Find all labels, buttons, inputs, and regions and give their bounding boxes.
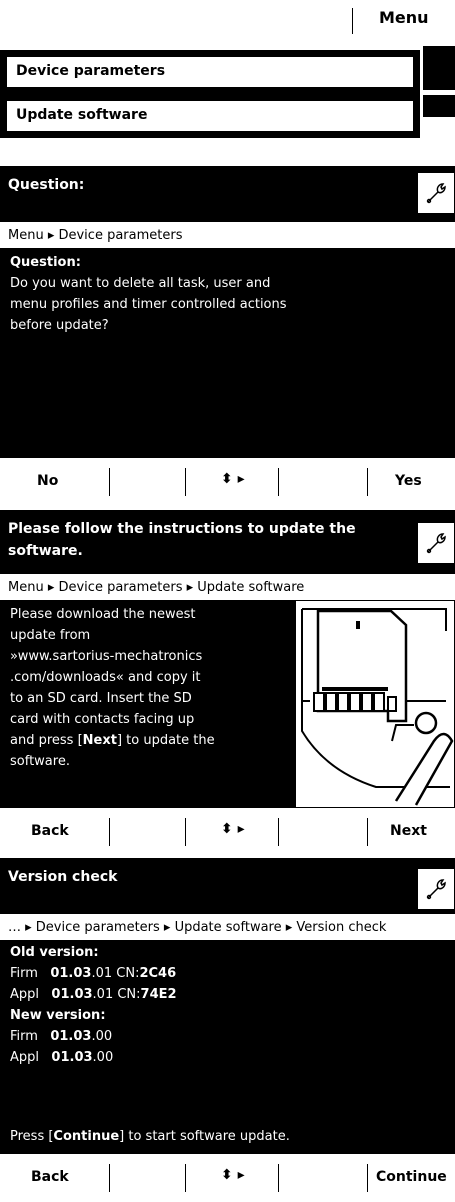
- wrench-button[interactable]: [417, 172, 455, 214]
- sd-card-illustration: [295, 600, 455, 808]
- version-check-screen: Version check … ▸ Device parameters ▸ Up…: [0, 858, 455, 1202]
- instruction-text: ] to update the: [116, 733, 215, 748]
- old-version-label: Old version:: [10, 945, 99, 960]
- softkey-separator: [367, 468, 368, 496]
- navigate-button[interactable]: ⬍ ▸: [221, 1167, 245, 1183]
- list-item-update-software[interactable]: Update software: [0, 94, 420, 138]
- breadcrumb: Menu ▸ Device parameters ▸ Update softwa…: [0, 576, 455, 600]
- press-continue-line: Press [Continue] to start software updat…: [10, 1126, 290, 1147]
- softkey-bar: Back ⬍ ▸ Next: [0, 810, 455, 852]
- press-text: Press [: [10, 1129, 54, 1144]
- back-button[interactable]: Back: [31, 823, 69, 839]
- softkey-separator: [109, 468, 110, 496]
- old-firm-line: Firm 01.03.01 CN:2C46: [10, 963, 445, 984]
- softkey-separator: [185, 818, 186, 846]
- screen-header: Question:: [0, 166, 455, 222]
- appl-key: Appl: [10, 1050, 40, 1065]
- question-line: before update?: [10, 318, 109, 333]
- breadcrumb: Menu ▸ Device parameters: [0, 224, 455, 248]
- softkey-separator: [367, 818, 368, 846]
- continue-button[interactable]: Continue: [376, 1169, 447, 1185]
- instruction-text: and press [: [10, 733, 83, 748]
- question-body: Question: Do you want to delete all task…: [0, 248, 455, 458]
- navigate-button[interactable]: ⬍ ▸: [221, 471, 245, 487]
- wrench-icon: [426, 533, 446, 554]
- softkey-separator: [278, 818, 279, 846]
- question-line: menu profiles and timer controlled actio…: [10, 297, 287, 312]
- firm-version-major: 01.03: [50, 966, 92, 981]
- new-appl-line: Appl 01.03.00: [10, 1047, 445, 1068]
- wrench-icon: [426, 879, 446, 900]
- new-version-label: New version:: [10, 1008, 106, 1023]
- instructions-screen: Please follow the instructions to update…: [0, 510, 455, 854]
- appl-version-rest: .00: [92, 1050, 114, 1065]
- list-item-device-parameters[interactable]: Device parameters: [0, 50, 420, 94]
- softkey-separator: [185, 1164, 186, 1192]
- next-button[interactable]: Next: [390, 823, 427, 839]
- press-text: ] to start software update.: [119, 1129, 290, 1144]
- wrench-icon: [426, 183, 446, 204]
- old-appl-line: Appl 01.03.01 CN:74E2: [10, 984, 445, 1005]
- screen-title-line: Please follow the instructions to update…: [8, 521, 356, 537]
- wrench-button[interactable]: [417, 522, 455, 564]
- scroll-rail[interactable]: [423, 95, 455, 117]
- menu-button[interactable]: Menu: [379, 8, 429, 27]
- firm-cn: 2C46: [139, 966, 177, 981]
- wrench-button[interactable]: [417, 868, 455, 910]
- yes-button[interactable]: Yes: [395, 473, 422, 489]
- screen-title-line: software.: [8, 543, 83, 559]
- appl-version-major: 01.03: [51, 987, 93, 1002]
- firm-version-rest: .00: [91, 1029, 113, 1044]
- softkey-separator: [185, 468, 186, 496]
- softkey-separator: [278, 1164, 279, 1192]
- softkey-separator: [109, 818, 110, 846]
- softkey-bar: Back ⬍ ▸ Continue: [0, 1156, 455, 1198]
- breadcrumb: … ▸ Device parameters ▸ Update software …: [0, 916, 455, 940]
- softkey-separator: [278, 468, 279, 496]
- screen-title: Version check: [8, 869, 118, 885]
- back-button[interactable]: Back: [31, 1169, 69, 1185]
- question-label: Question:: [10, 255, 81, 270]
- new-firm-line: Firm 01.03.00: [10, 1026, 445, 1047]
- menu-separator: [352, 8, 353, 34]
- appl-key: Appl: [10, 987, 40, 1002]
- list-item-label: Update software: [16, 107, 148, 123]
- screen-title: Question:: [8, 177, 85, 193]
- screen-header: Please follow the instructions to update…: [0, 510, 455, 574]
- continue-keyword: Continue: [53, 1129, 120, 1144]
- question-screen: Question: Menu ▸ Device parameters Quest…: [0, 166, 455, 506]
- firm-key: Firm: [10, 1029, 38, 1044]
- sd-card-slot-image: [301, 608, 454, 806]
- list-item-label: Device parameters: [16, 63, 166, 79]
- softkey-separator: [367, 1164, 368, 1192]
- firm-version-rest: .01 CN:: [91, 966, 140, 981]
- next-keyword: Next: [82, 733, 117, 748]
- navigate-button[interactable]: ⬍ ▸: [221, 821, 245, 837]
- appl-version-rest: .01 CN:: [92, 987, 141, 1002]
- scroll-rail[interactable]: [423, 46, 455, 90]
- appl-cn: 74E2: [140, 987, 177, 1002]
- softkey-separator: [109, 1164, 110, 1192]
- appl-version-major: 01.03: [51, 1050, 93, 1065]
- screen-header: Version check: [0, 858, 455, 914]
- version-body: Old version: Firm 01.03.01 CN:2C46 Appl …: [0, 940, 455, 1154]
- firm-key: Firm: [10, 966, 38, 981]
- question-line: Do you want to delete all task, user and: [10, 276, 271, 291]
- no-button[interactable]: No: [37, 473, 58, 489]
- firm-version-major: 01.03: [50, 1029, 92, 1044]
- softkey-bar: No ⬍ ▸ Yes: [0, 460, 455, 502]
